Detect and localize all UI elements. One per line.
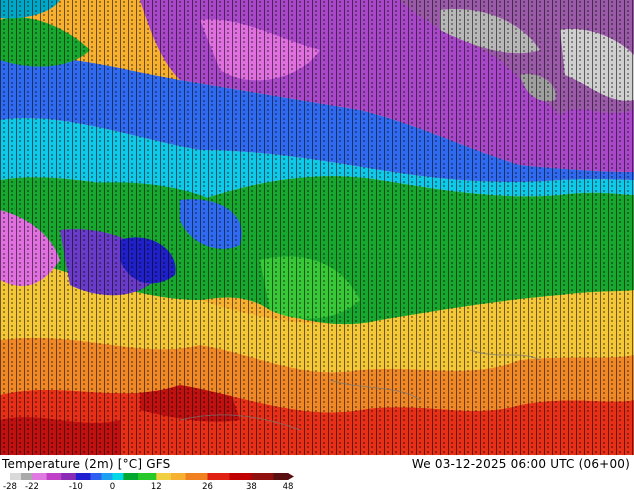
- legend-swatch: [229, 473, 252, 480]
- legend-swatch: [207, 473, 230, 480]
- legend-swatch: [251, 473, 274, 480]
- color-legend-svg: -28 -22 -10 0 12 26 38 48: [3, 473, 294, 490]
- legend-tick-label: 48: [283, 482, 294, 490]
- legend-tick-label: 26: [202, 482, 213, 490]
- temperature-map: [0, 0, 634, 455]
- legend-swatch: [138, 473, 157, 480]
- legend-swatch: [101, 473, 113, 480]
- legend-swatch: [90, 473, 102, 480]
- color-legend: -28 -22 -10 0 12 26 38 48: [0, 472, 300, 490]
- legend-swatch: [185, 473, 209, 480]
- legend-tick-label: 38: [246, 482, 257, 490]
- legend-swatch: [46, 473, 62, 480]
- model-label: GFS: [146, 457, 171, 471]
- valid-time-label: We 03-12-2025 06:00 UTC (06+00): [411, 457, 630, 471]
- legend-swatch: [61, 473, 77, 480]
- legend-swatch: [123, 473, 139, 480]
- legend-tick-label: 12: [151, 482, 162, 490]
- map-canvas: [0, 0, 634, 455]
- legend-swatch: [20, 473, 33, 480]
- legend-arrow: [288, 473, 294, 480]
- map-title: Temperature (2m) [°C] GFS: [2, 457, 171, 471]
- legend-swatch: [170, 473, 187, 480]
- legend-tick-label: -10: [69, 482, 83, 490]
- legend-swatch: [75, 473, 91, 480]
- legend-swatch: [156, 473, 172, 480]
- legend-tick-label: -22: [25, 482, 39, 490]
- value-labels-texture: [0, 0, 634, 455]
- legend-swatch: [112, 473, 124, 480]
- legend-tick-label: 0: [110, 482, 115, 490]
- product-label: Temperature (2m) [°C]: [2, 457, 143, 471]
- legend-swatch: [31, 473, 48, 480]
- legend-swatch: [10, 473, 22, 480]
- legend-tick-label: -28: [3, 482, 17, 490]
- footer-bar: Temperature (2m) [°C] GFS We 03-12-2025 …: [0, 455, 634, 490]
- legend-swatch: [273, 473, 289, 480]
